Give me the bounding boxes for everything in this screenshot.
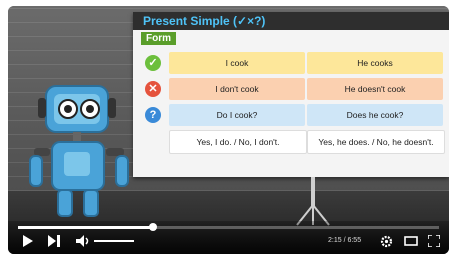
next-icon[interactable] bbox=[48, 235, 62, 250]
table-row: ? Do I cook? Does he cook? bbox=[139, 104, 443, 126]
cell-affirmative-he: He cooks bbox=[307, 52, 443, 74]
tripod-stand-icon bbox=[296, 177, 330, 226]
check-icon: ✓ bbox=[145, 55, 161, 71]
robot-mascot-icon bbox=[29, 85, 129, 217]
form-label: Form bbox=[141, 32, 176, 45]
progress-knob[interactable] bbox=[148, 223, 157, 231]
time-display: 2:15 / 6:55 bbox=[328, 237, 362, 244]
fullscreen-icon[interactable] bbox=[427, 234, 441, 250]
slide-title: Present Simple (✓×?) bbox=[143, 14, 266, 28]
cell-question-i: Do I cook? bbox=[169, 104, 305, 126]
video-player[interactable]: Present Simple (✓×?) Form ✓ I cook He co… bbox=[8, 6, 449, 254]
cell-affirmative-i: I cook bbox=[169, 52, 305, 74]
cell-question-he: Does he cook? bbox=[307, 104, 443, 126]
table-row: ✕ I don't cook He doesn't cook bbox=[139, 78, 443, 100]
player-controls: 2:15 / 6:55 bbox=[8, 221, 449, 254]
volume-slider[interactable] bbox=[94, 240, 134, 242]
table-row: ✓ I cook He cooks bbox=[139, 52, 443, 74]
theater-icon[interactable] bbox=[404, 235, 418, 250]
progress-bar[interactable] bbox=[18, 223, 439, 231]
cell-short-answer-i: Yes, I do. / No, I don't. bbox=[169, 130, 307, 154]
cell-negative-i: I don't cook bbox=[169, 78, 305, 100]
play-icon[interactable] bbox=[22, 235, 34, 250]
cross-icon: ✕ bbox=[145, 81, 161, 97]
volume-icon[interactable] bbox=[76, 235, 90, 250]
cell-short-answer-he: Yes, he does. / No, he doesn't. bbox=[307, 130, 445, 154]
cell-negative-he: He doesn't cook bbox=[307, 78, 443, 100]
projection-screen: Present Simple (✓×?) Form ✓ I cook He co… bbox=[133, 12, 449, 177]
table-row: Yes, I do. / No, I don't. Yes, he does. … bbox=[139, 130, 445, 154]
settings-icon[interactable] bbox=[380, 235, 393, 251]
question-icon: ? bbox=[145, 107, 161, 123]
progress-fill bbox=[18, 226, 153, 229]
